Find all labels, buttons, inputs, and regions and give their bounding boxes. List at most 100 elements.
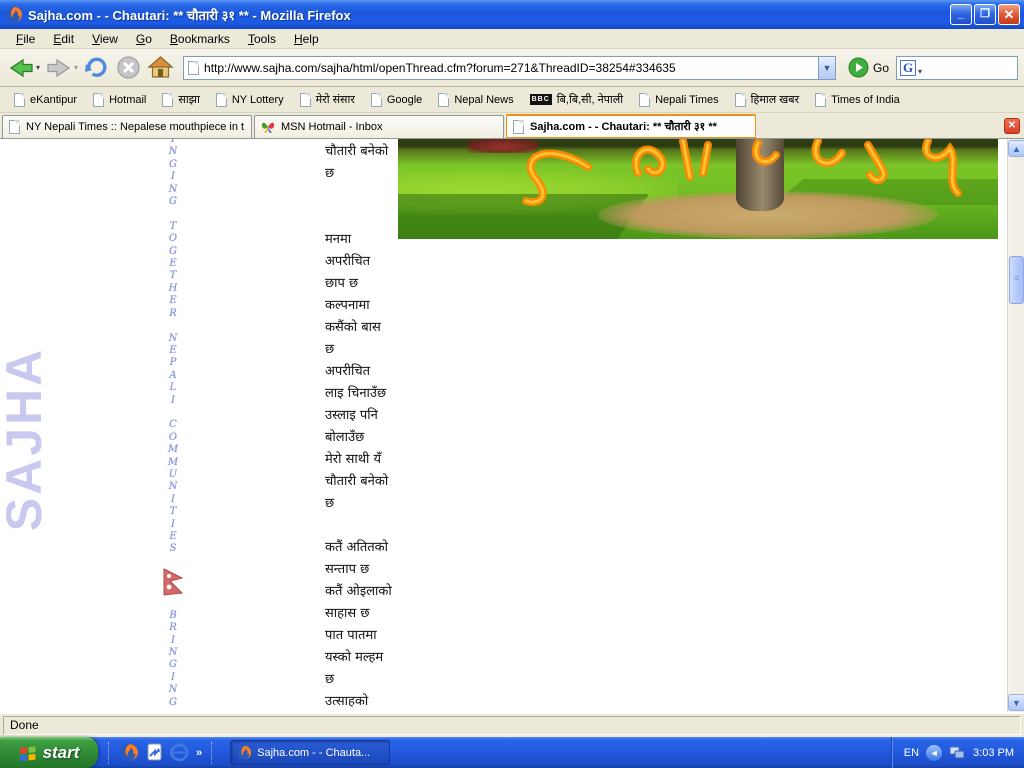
- menu-help[interactable]: Help: [286, 30, 327, 48]
- banner-text-top: INGING TOGETHER NEPALI COMMUNITIES: [168, 139, 178, 556]
- poem-line: यस्को मल्हम: [325, 647, 545, 669]
- poem-line: अपरीचित: [325, 361, 545, 383]
- poem-line: उत्साहको: [325, 691, 545, 712]
- flame-graffiti-icon: [398, 139, 998, 239]
- poem-line: कतैं अतितको: [325, 537, 545, 559]
- system-tray: EN ◄ 3:03 PM: [891, 737, 1024, 768]
- restore-button[interactable]: ❐: [974, 4, 996, 25]
- bookmark-item[interactable]: Google: [365, 91, 428, 109]
- toolbar-handle[interactable]: [108, 742, 111, 764]
- bookmark-item[interactable]: Hotmail: [87, 91, 152, 109]
- menu-tools[interactable]: Tools: [240, 30, 284, 48]
- bookmark-favicon: [815, 93, 826, 107]
- firefox-icon: [6, 6, 23, 23]
- menu-bar: File Edit View Go Bookmarks Tools Help: [0, 29, 1024, 49]
- scrollbar-thumb[interactable]: [1009, 256, 1024, 304]
- go-icon: [848, 57, 869, 78]
- go-button[interactable]: Go: [844, 57, 893, 78]
- bookmark-label: Nepal News: [454, 94, 513, 106]
- bookmark-item[interactable]: मेरो संसार: [294, 90, 361, 109]
- title-bar: Sajha.com - - Chautari: ** चौतारी ३१ ** …: [0, 0, 1024, 29]
- bookmark-item[interactable]: हिमाल खबर: [729, 90, 805, 109]
- menu-bookmarks[interactable]: Bookmarks: [162, 30, 238, 48]
- hide-icons-chevron[interactable]: ◄: [926, 745, 942, 761]
- poem-line: कसैंको बास: [325, 317, 545, 339]
- bookmark-favicon: [300, 93, 311, 107]
- language-indicator[interactable]: EN: [904, 747, 919, 759]
- reload-icon: [83, 54, 110, 81]
- bookmark-label: Times of India: [831, 94, 900, 106]
- poem-line: बोलाउँछ: [325, 427, 545, 449]
- tab-ny-nepali-times[interactable]: NY Nepali Times :: Nepalese mouthpiece i…: [2, 115, 252, 138]
- bookmark-item[interactable]: BBC बि,बि,सी, नेपाली: [524, 90, 629, 109]
- bookmark-label: मेरो संसार: [316, 92, 355, 107]
- bookmark-item[interactable]: Nepali Times: [633, 91, 725, 109]
- reload-button[interactable]: [82, 52, 111, 84]
- bookmark-favicon: [93, 93, 104, 107]
- poem-line: छ: [325, 339, 545, 361]
- close-button[interactable]: ✕: [998, 4, 1020, 25]
- vertical-banner: INGING TOGETHER NEPALI COMMUNITIES BRING…: [163, 139, 183, 709]
- bookmark-label: eKantipur: [30, 94, 77, 106]
- bookmark-favicon: [371, 93, 382, 107]
- menu-file[interactable]: File: [8, 30, 43, 48]
- vertical-scrollbar[interactable]: ▲ ▼: [1007, 139, 1024, 712]
- bookmark-favicon: [216, 93, 227, 107]
- go-label: Go: [873, 61, 889, 75]
- back-button[interactable]: ▾: [6, 52, 41, 84]
- bookmark-favicon: [639, 93, 650, 107]
- bookmark-favicon: [438, 93, 449, 107]
- close-tab-button[interactable]: ✕: [1004, 118, 1020, 134]
- quick-launch: »: [98, 742, 224, 764]
- poem-line: साहास छ: [325, 603, 545, 625]
- bookmark-item[interactable]: NY Lottery: [210, 91, 290, 109]
- back-dropdown-caret[interactable]: ▾: [36, 63, 40, 72]
- page-content: SAJHA INGING TOGETHER NEPALI COMMUNITIES…: [0, 139, 1024, 712]
- bookmark-item[interactable]: Nepal News: [432, 91, 519, 109]
- firefox-window: Sajha.com - - Chautari: ** चौतारी ३१ ** …: [0, 0, 1024, 768]
- taskbar-window-button[interactable]: Sajha.com - - Chauta...: [230, 740, 390, 765]
- tab-msn-hotmail[interactable]: MSN Hotmail - Inbox: [254, 115, 504, 138]
- url-dropdown-button[interactable]: ▼: [818, 57, 835, 79]
- home-icon: [147, 54, 174, 81]
- forward-dropdown-caret[interactable]: ▾: [74, 63, 78, 72]
- forward-button[interactable]: ▾: [44, 52, 79, 84]
- url-text[interactable]: http://www.sajha.com/sajha/html/openThre…: [204, 61, 818, 75]
- bookmark-favicon: BBC: [530, 94, 552, 105]
- search-box[interactable]: G ▾: [896, 56, 1018, 80]
- stop-button[interactable]: [114, 52, 143, 84]
- bookmark-favicon: [14, 93, 25, 107]
- menu-edit[interactable]: Edit: [45, 30, 82, 48]
- clock[interactable]: 3:03 PM: [973, 747, 1014, 759]
- google-logo-icon[interactable]: G: [900, 60, 916, 76]
- bookmarks-toolbar: eKantipur Hotmail साझा NY Lottery मेरो स…: [0, 87, 1024, 113]
- bookmark-label: हिमाल खबर: [751, 92, 799, 107]
- menu-go[interactable]: Go: [128, 30, 160, 48]
- poem-line: [325, 515, 545, 537]
- scroll-down-button[interactable]: ▼: [1008, 694, 1024, 711]
- scroll-up-button[interactable]: ▲: [1008, 140, 1024, 157]
- quicklaunch-overflow-chevron[interactable]: »: [196, 747, 202, 759]
- network-icon[interactable]: [949, 746, 966, 760]
- internet-explorer-icon[interactable]: [170, 743, 189, 762]
- bookmark-item[interactable]: eKantipur: [8, 91, 83, 109]
- firefox-quicklaunch-icon[interactable]: [120, 743, 139, 762]
- toolbar-handle[interactable]: [211, 742, 214, 764]
- start-button[interactable]: start: [0, 737, 98, 768]
- bookmark-item[interactable]: Times of India: [809, 91, 906, 109]
- poem-line: कल्पनामा: [325, 295, 545, 317]
- url-bar[interactable]: http://www.sajha.com/sajha/html/openThre…: [183, 56, 836, 80]
- bookmark-label: Google: [387, 94, 422, 106]
- tab-sajha-active[interactable]: Sajha.com - - Chautari: ** चौतारी ३१ **: [506, 114, 756, 138]
- menu-view[interactable]: View: [84, 30, 126, 48]
- bookmark-item[interactable]: साझा: [156, 90, 205, 109]
- page-icon: [188, 61, 199, 75]
- poem-line: पात पातमा: [325, 625, 545, 647]
- document-app-icon[interactable]: [146, 743, 163, 762]
- home-button[interactable]: [146, 52, 175, 84]
- windows-logo-icon: [19, 745, 37, 761]
- search-engine-caret[interactable]: ▾: [918, 67, 922, 76]
- back-arrow-icon: [7, 54, 35, 82]
- bookmark-label: Nepali Times: [655, 94, 719, 106]
- minimize-button[interactable]: _: [950, 4, 972, 25]
